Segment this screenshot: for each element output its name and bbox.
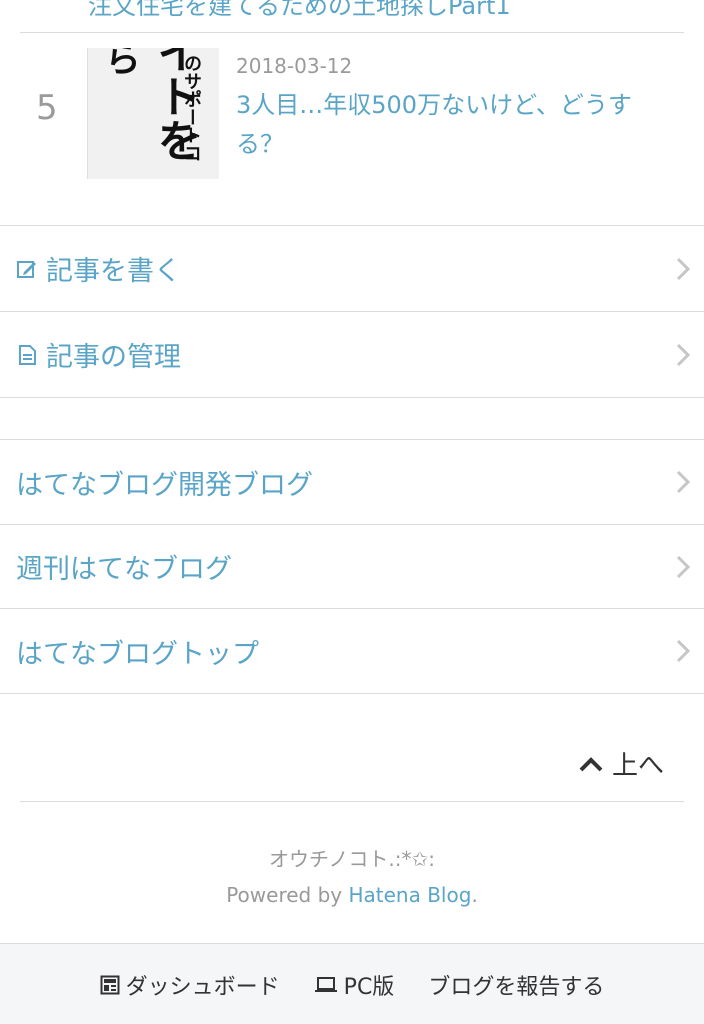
rank-number: 5 bbox=[36, 88, 58, 128]
pc-version-label: PC版 bbox=[343, 974, 395, 1000]
manage-articles-label: 記事の管理 bbox=[46, 342, 181, 373]
chevron-right-icon bbox=[676, 470, 690, 494]
back-to-top-label: 上へ bbox=[611, 751, 664, 781]
powered-prefix: Powered by bbox=[226, 883, 349, 907]
article-title-link[interactable]: 3人目…年収500万ないけど、どうする？ bbox=[236, 86, 676, 164]
link-label: はてなブログトップ bbox=[16, 638, 259, 670]
divider bbox=[20, 32, 684, 33]
edit-icon bbox=[17, 260, 36, 278]
chevron-right-icon bbox=[676, 343, 690, 366]
divider bbox=[20, 801, 684, 802]
write-article-button[interactable]: 記事を書く bbox=[0, 226, 704, 311]
chevron-up-icon bbox=[579, 756, 603, 771]
divider bbox=[0, 397, 704, 398]
laptop-icon bbox=[314, 976, 337, 992]
report-blog-label: ブログを報告する bbox=[428, 974, 605, 1000]
link-label: 週刊はてなブログ bbox=[16, 554, 232, 585]
hatena-blog-link[interactable]: Hatena Blog bbox=[348, 883, 471, 907]
link-hatena-blog-top[interactable]: はてなブログトップ bbox=[0, 609, 704, 693]
page: 注文住宅を建てるための土地探しPart1 5 ら イトを のサポートコ 2018… bbox=[0, 0, 704, 1024]
dashboard-label: ダッシュボード bbox=[125, 974, 280, 1000]
article-date: 2018-03-12 bbox=[236, 54, 353, 78]
blog-title[interactable]: オウチノコト.:*✩: bbox=[0, 843, 704, 872]
powered-suffix: . bbox=[471, 883, 478, 907]
pc-version-button[interactable]: PC版 bbox=[314, 969, 395, 1001]
write-article-label: 記事を書く bbox=[46, 256, 181, 287]
dashboard-button[interactable]: ダッシュボード bbox=[100, 969, 280, 1001]
document-icon bbox=[19, 344, 36, 365]
dashboard-icon bbox=[100, 975, 120, 994]
manage-articles-button[interactable]: 記事の管理 bbox=[0, 312, 704, 397]
link-weekly-hatena-blog[interactable]: 週刊はてなブログ bbox=[0, 525, 704, 608]
link-label: はてなブログ開発ブログ bbox=[16, 469, 313, 501]
article-thumbnail[interactable]: ら イトを のサポートコ bbox=[87, 48, 219, 179]
chevron-right-icon bbox=[676, 639, 690, 663]
report-blog-button[interactable]: ブログを報告する bbox=[428, 969, 604, 1001]
divider bbox=[0, 693, 704, 694]
ranking-prev-title[interactable]: 注文住宅を建てるための土地探しPart1 bbox=[88, 0, 511, 21]
link-hatena-dev-blog[interactable]: はてなブログ開発ブログ bbox=[0, 440, 704, 524]
powered-by: Powered by Hatena Blog. bbox=[0, 883, 704, 907]
chevron-right-icon bbox=[676, 257, 690, 280]
bottom-bar: ダッシュボード PC版 ブログを報告する bbox=[0, 943, 704, 1024]
thumbnail-text: ら bbox=[99, 48, 140, 76]
chevron-right-icon bbox=[676, 555, 690, 578]
back-to-top-button[interactable]: 上へ bbox=[578, 745, 664, 782]
thumbnail-text: のサポートコ bbox=[181, 54, 202, 162]
